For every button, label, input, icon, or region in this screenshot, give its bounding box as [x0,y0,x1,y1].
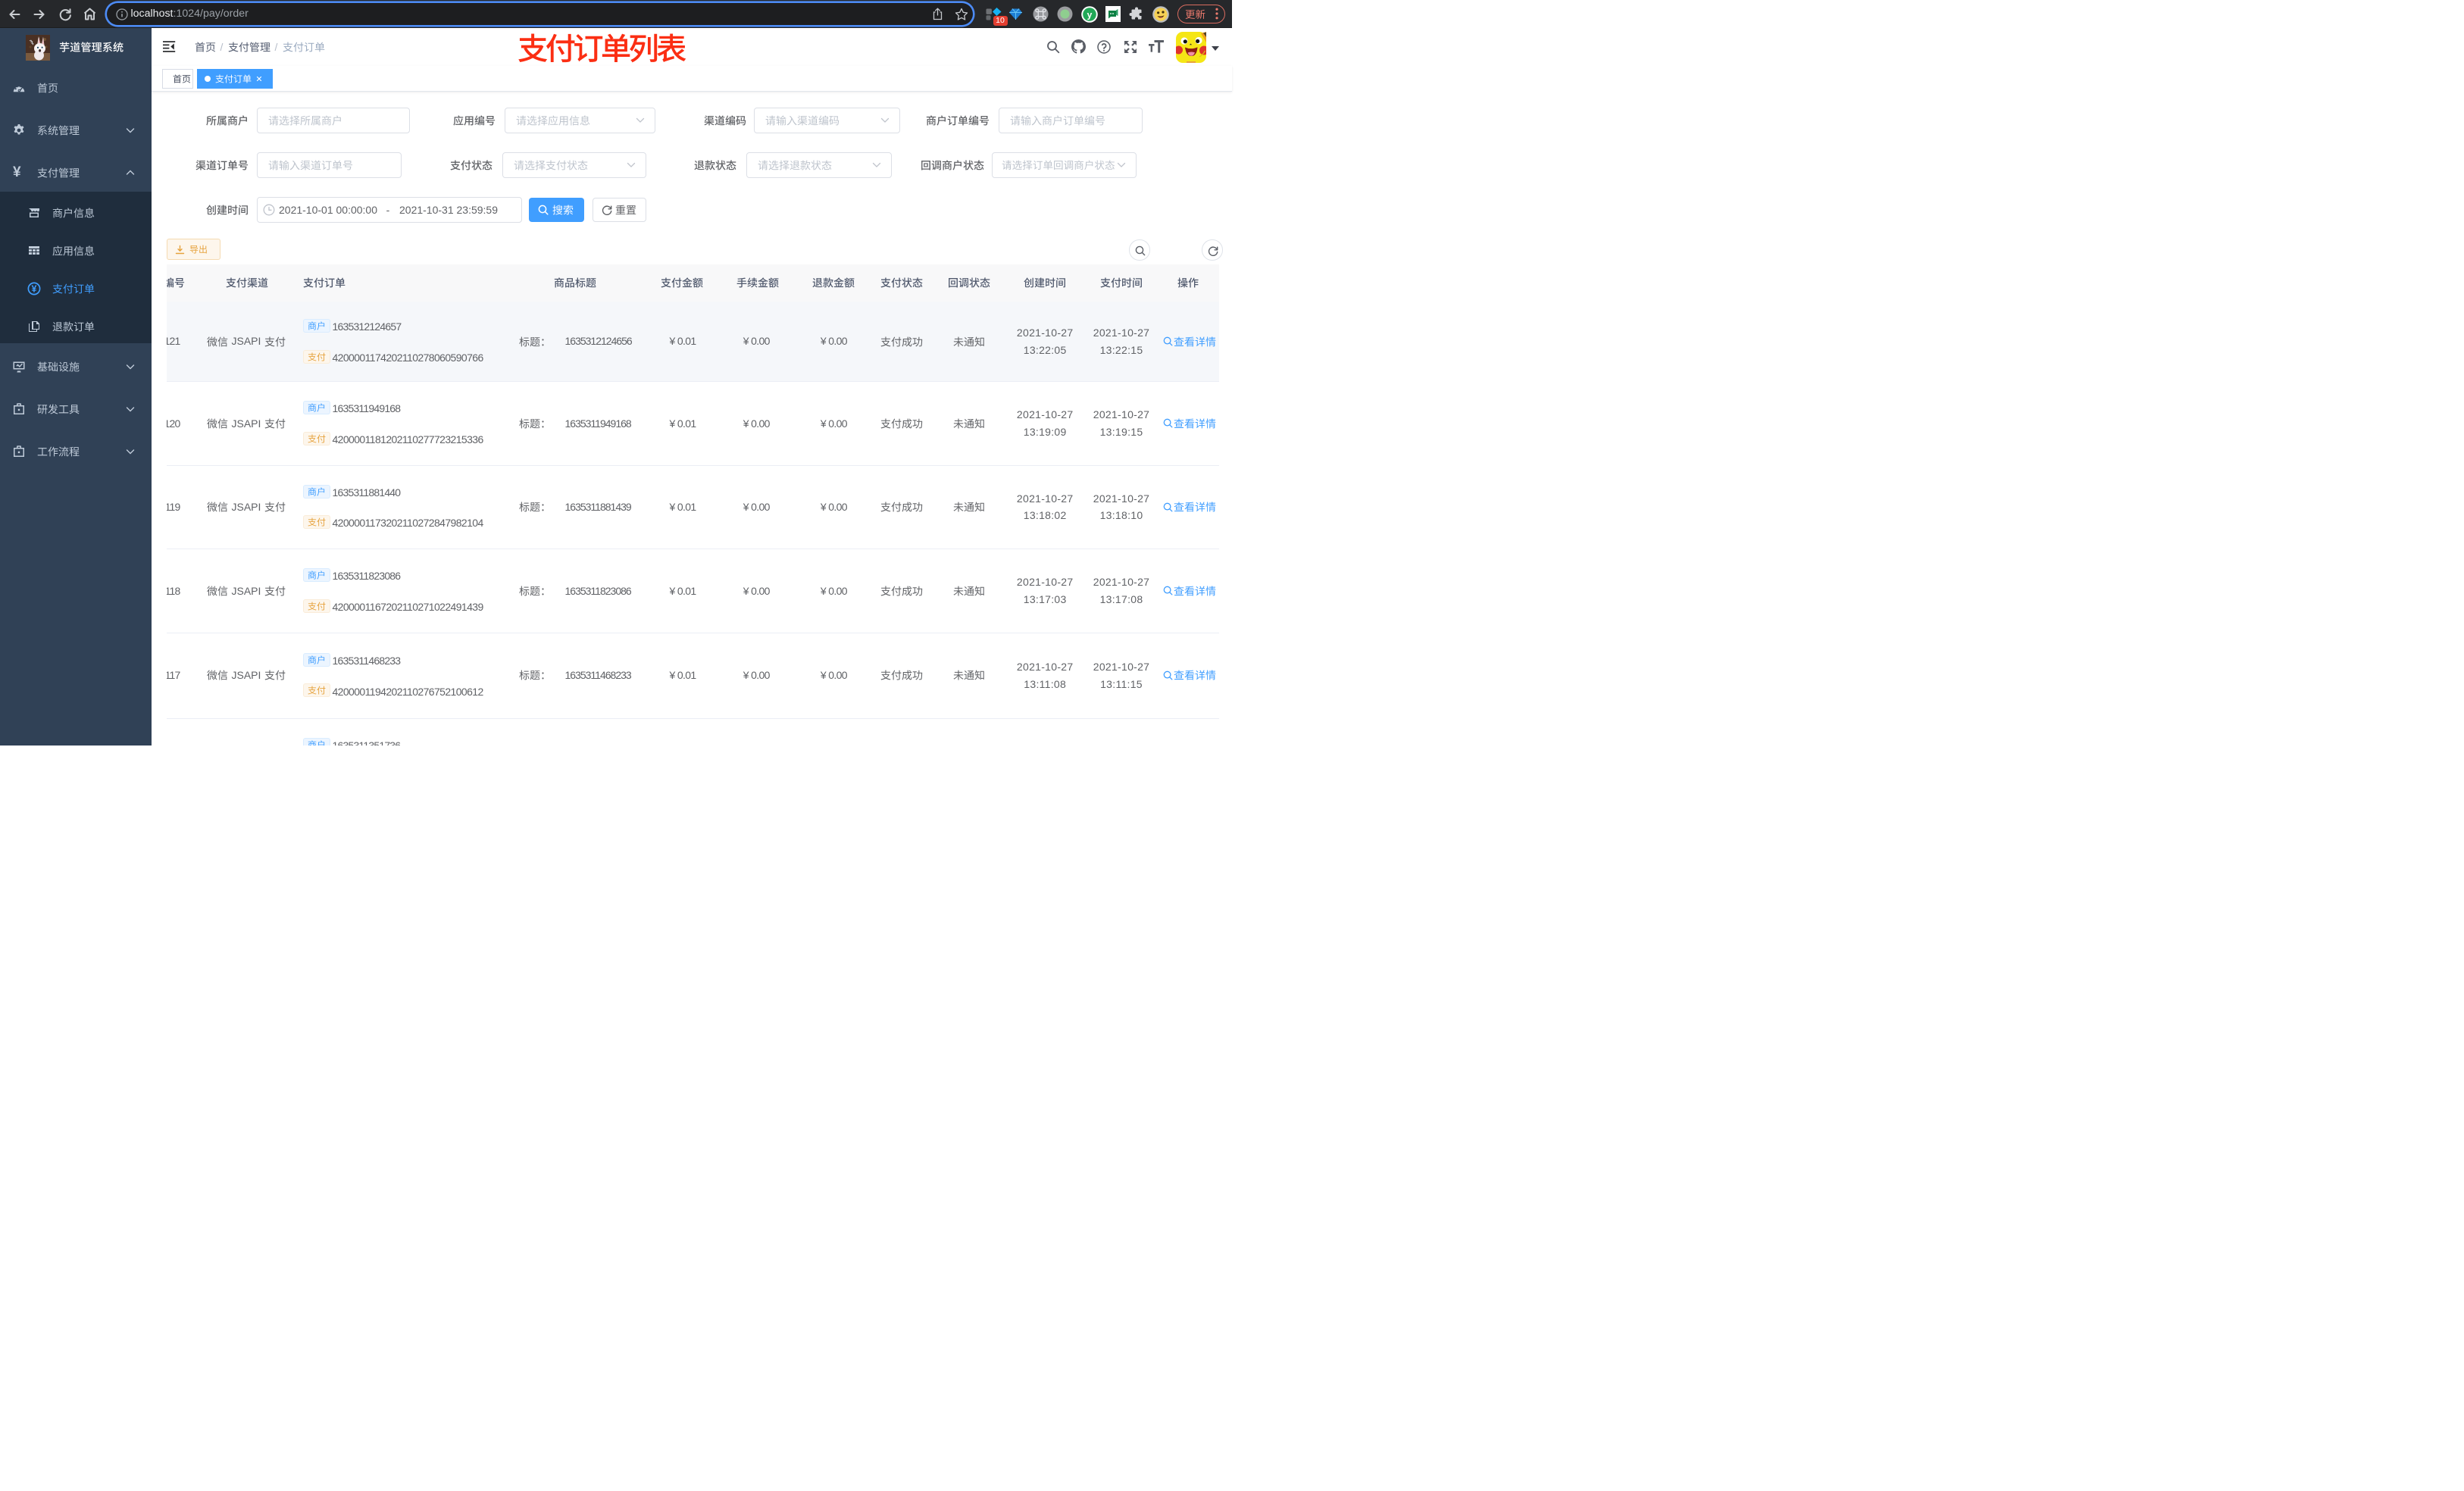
svg-text:¥: ¥ [32,283,37,294]
svg-text:y: y [1087,9,1092,20]
